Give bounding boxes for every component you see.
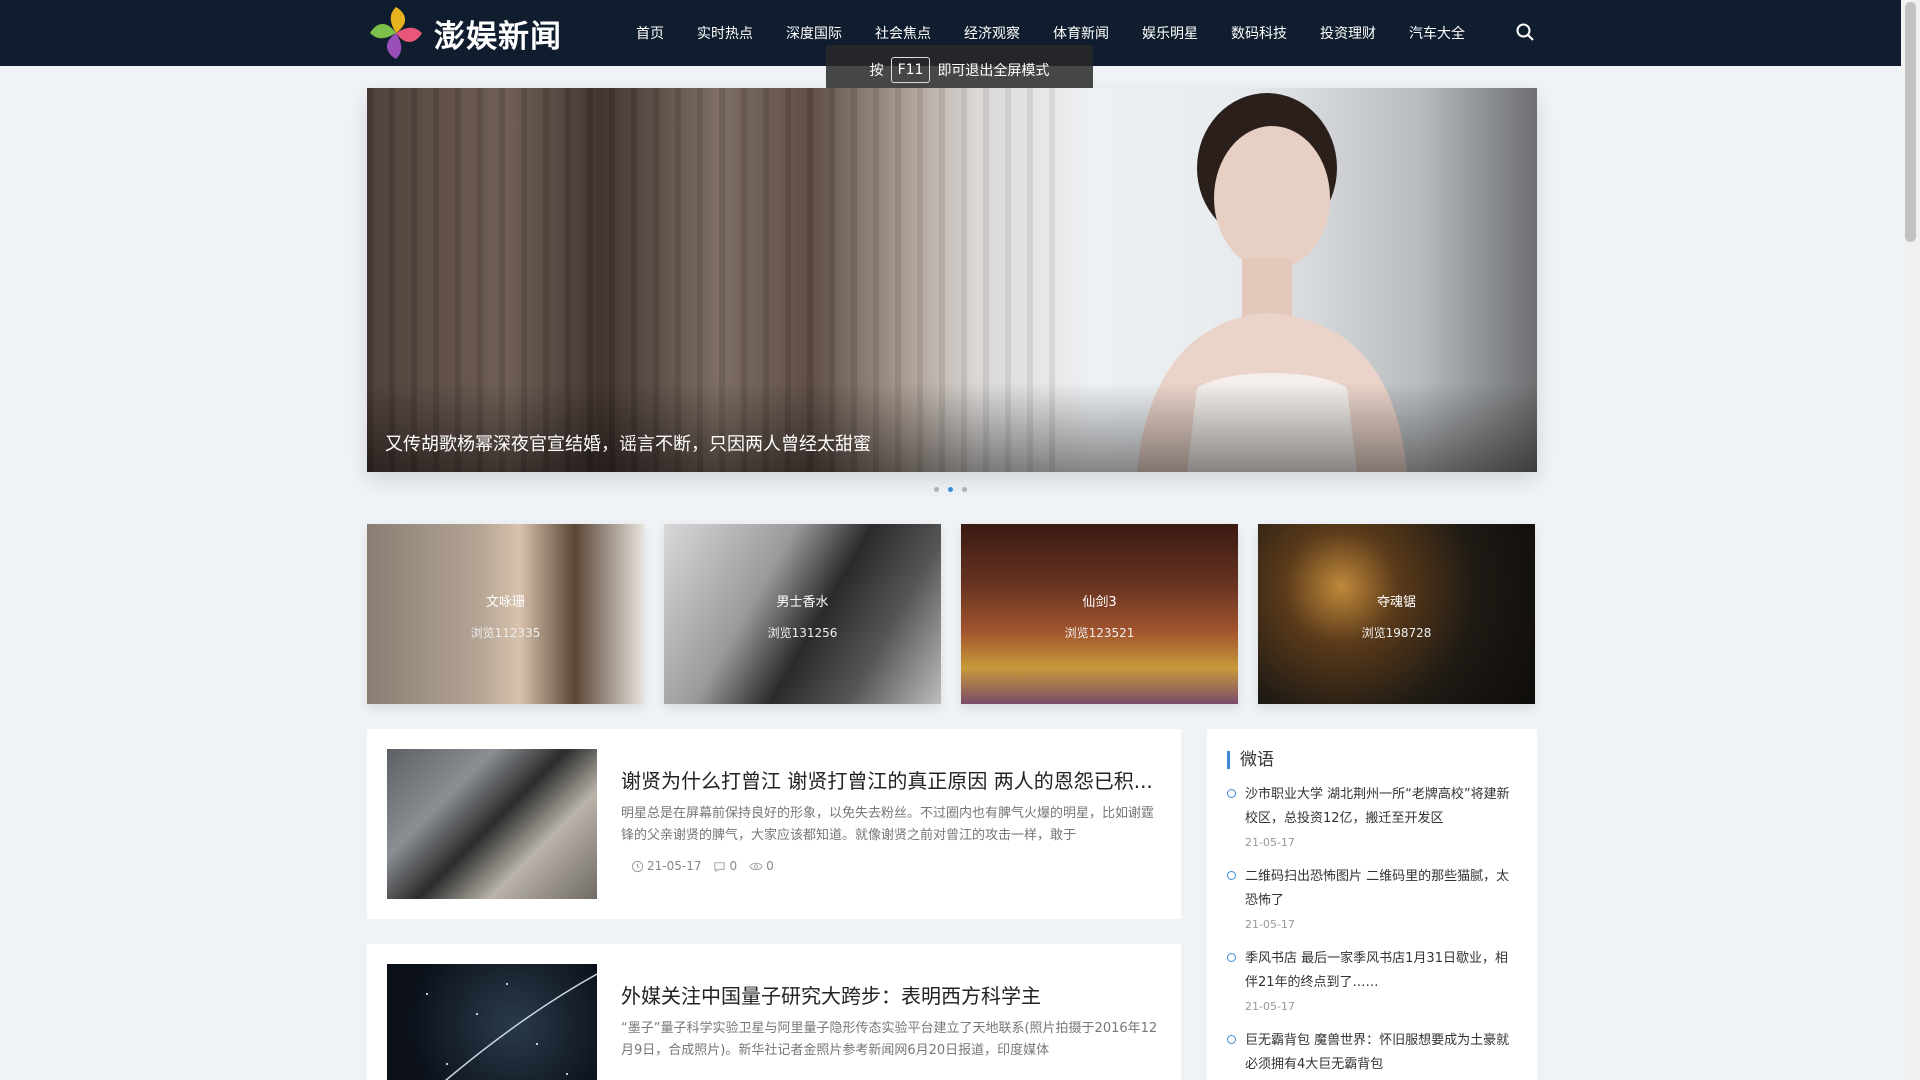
hero-caption-overlay: [367, 382, 1537, 472]
card-views: 浏览112335: [470, 626, 541, 640]
sidebar-title: 微语: [1227, 751, 1517, 769]
toast-message: 即可退出全屏模式: [937, 62, 1050, 79]
sidebar-weiyu: 微语 沙市职业大学 湖北荆州一所“老牌高校”将建新校区，总投资12亿，搬迁至开发…: [1207, 729, 1537, 1080]
article-views: 0: [749, 859, 774, 873]
hero-caption[interactable]: 又传胡歌杨幂深夜官宣结婚，谣言不断，只因两人曾经太甜蜜: [385, 430, 871, 456]
article-card[interactable]: 谢贤为什么打曾江 谢贤打曾江的真正原因 两人的恩怨已积... 明星总是在屏幕前保…: [367, 729, 1181, 919]
sidebar-item-text[interactable]: 季风书店 最后一家季风书店1月31日歇业，相伴21年的终点到了……: [1245, 947, 1517, 995]
sidebar-item-text[interactable]: 巨无霸背包 魔兽世界：怀旧服想要成为土豪就必须拥有4大巨无霸背包: [1245, 1029, 1517, 1077]
card-title: 男士香水: [776, 595, 829, 610]
sidebar-item-text[interactable]: 二维码扫出恐怖图片 二维码里的那些猫腻，太恐怖了: [1245, 865, 1517, 913]
article-card[interactable]: 外媒关注中国量子研究大跨步：表明西方科学主 “墨子”量子科学实验卫星与阿里量子隐…: [367, 944, 1181, 1080]
sidebar-list: 沙市职业大学 湖北荆州一所“老牌高校”将建新校区，总投资12亿，搬迁至开发区 2…: [1227, 783, 1517, 1077]
nav-item-tech[interactable]: 数码科技: [1231, 23, 1287, 43]
article-comments: 0: [713, 859, 737, 873]
card-title: 文咏珊: [485, 595, 525, 610]
logo-text: 澎娱新闻: [434, 18, 562, 55]
article-excerpt: “墨子”量子科学实验卫星与阿里量子隐形传态实验平台建立了天地联系(照片拍摄于20…: [621, 1021, 1158, 1058]
article-title[interactable]: 外媒关注中国量子研究大跨步：表明西方科学主: [621, 980, 1161, 1009]
card-image: [961, 524, 1238, 704]
nav-item-society[interactable]: 社会焦点: [875, 23, 931, 43]
sidebar-item-date: 21-05-17: [1245, 836, 1295, 849]
sidebar-item-text[interactable]: 沙市职业大学 湖北荆州一所“老牌高校”将建新校区，总投资12亿，搬迁至开发区: [1245, 783, 1517, 831]
nav-item-hot[interactable]: 实时热点: [697, 23, 753, 43]
toast-key: F11: [890, 56, 931, 83]
page-scrollbar[interactable]: [1901, 0, 1920, 1080]
sidebar-item-date: 21-05-17: [1245, 918, 1295, 931]
nav-item-sports[interactable]: 体育新闻: [1053, 23, 1109, 43]
card-views: 浏览198728: [1361, 626, 1432, 640]
slider-dot[interactable]: [934, 487, 939, 492]
article-thumbnail[interactable]: [387, 964, 597, 1080]
nav-item-entertainment[interactable]: 娱乐明星: [1142, 23, 1198, 43]
toast-prefix: 按: [869, 62, 884, 79]
nav-item-home[interactable]: 首页: [636, 23, 664, 43]
search-icon[interactable]: [1515, 22, 1537, 44]
featured-card[interactable]: 仙剑3 浏览123521: [961, 524, 1238, 704]
article-title[interactable]: 谢贤为什么打曾江 谢贤打曾江的真正原因 两人的恩怨已积...: [621, 765, 1161, 794]
sidebar-item[interactable]: 二维码扫出恐怖图片 二维码里的那些猫腻，太恐怖了 21-05-17: [1227, 865, 1517, 935]
featured-cards: 文咏珊 浏览112335 男士香水 浏览131256 仙剑3 浏览123521 …: [367, 524, 1537, 704]
article-excerpt: 明星总是在屏幕前保持良好的形象，以免失去粉丝。不过圈内也有脾气火爆的明星，比如谢…: [621, 806, 1155, 843]
article-meta: 21-05-17 0 0: [631, 859, 774, 873]
sidebar-item[interactable]: 巨无霸背包 魔兽世界：怀旧服想要成为土豪就必须拥有4大巨无霸背包: [1227, 1029, 1517, 1077]
nav-item-finance[interactable]: 投资理财: [1320, 23, 1376, 43]
card-image: [1258, 524, 1535, 704]
sidebar-item[interactable]: 沙市职业大学 湖北荆州一所“老牌高校”将建新校区，总投资12亿，搬迁至开发区 2…: [1227, 783, 1517, 853]
nav-item-economy[interactable]: 经济观察: [964, 23, 1020, 43]
clock-icon: [631, 860, 644, 872]
hero-slider[interactable]: 又传胡歌杨幂深夜官宣结婚，谣言不断，只因两人曾经太甜蜜: [367, 88, 1537, 472]
card-views: 浏览131256: [767, 626, 838, 640]
slider-dot-active[interactable]: [948, 487, 953, 492]
article-views-count: 0: [766, 859, 774, 873]
slider-pagination: [934, 487, 967, 492]
article-comments-count: 0: [729, 859, 738, 873]
site-logo[interactable]: 澎娱新闻: [366, 3, 562, 63]
article-thumbnail[interactable]: [387, 749, 597, 899]
eye-icon: [749, 862, 763, 870]
fullscreen-toast: 按 F11 即可退出全屏模式: [826, 45, 1093, 94]
card-image: [367, 524, 644, 704]
scrollbar-thumb[interactable]: [1905, 2, 1916, 242]
article-date: 21-05-17: [631, 859, 701, 873]
card-views: 浏览123521: [1064, 626, 1135, 640]
featured-card[interactable]: 文咏珊 浏览112335: [367, 524, 644, 704]
slider-dot[interactable]: [962, 487, 967, 492]
nav-item-auto[interactable]: 汽车大全: [1409, 23, 1465, 43]
comment-icon: [714, 861, 726, 872]
card-image: [664, 524, 941, 704]
article-date-text: 21-05-17: [647, 859, 702, 873]
sidebar-item[interactable]: 季风书店 最后一家季风书店1月31日歇业，相伴21年的终点到了…… 21-05-…: [1227, 947, 1517, 1017]
featured-card[interactable]: 男士香水 浏览131256: [664, 524, 941, 704]
card-title: 仙剑3: [1082, 595, 1117, 610]
featured-card[interactable]: 夺魂锯 浏览198728: [1258, 524, 1535, 704]
logo-mark-icon: [366, 3, 426, 63]
sidebar-item-date: 21-05-17: [1245, 1000, 1295, 1013]
nav-item-international[interactable]: 深度国际: [786, 23, 842, 43]
star-trail-image: [426, 973, 597, 1080]
card-title: 夺魂锯: [1376, 595, 1416, 610]
